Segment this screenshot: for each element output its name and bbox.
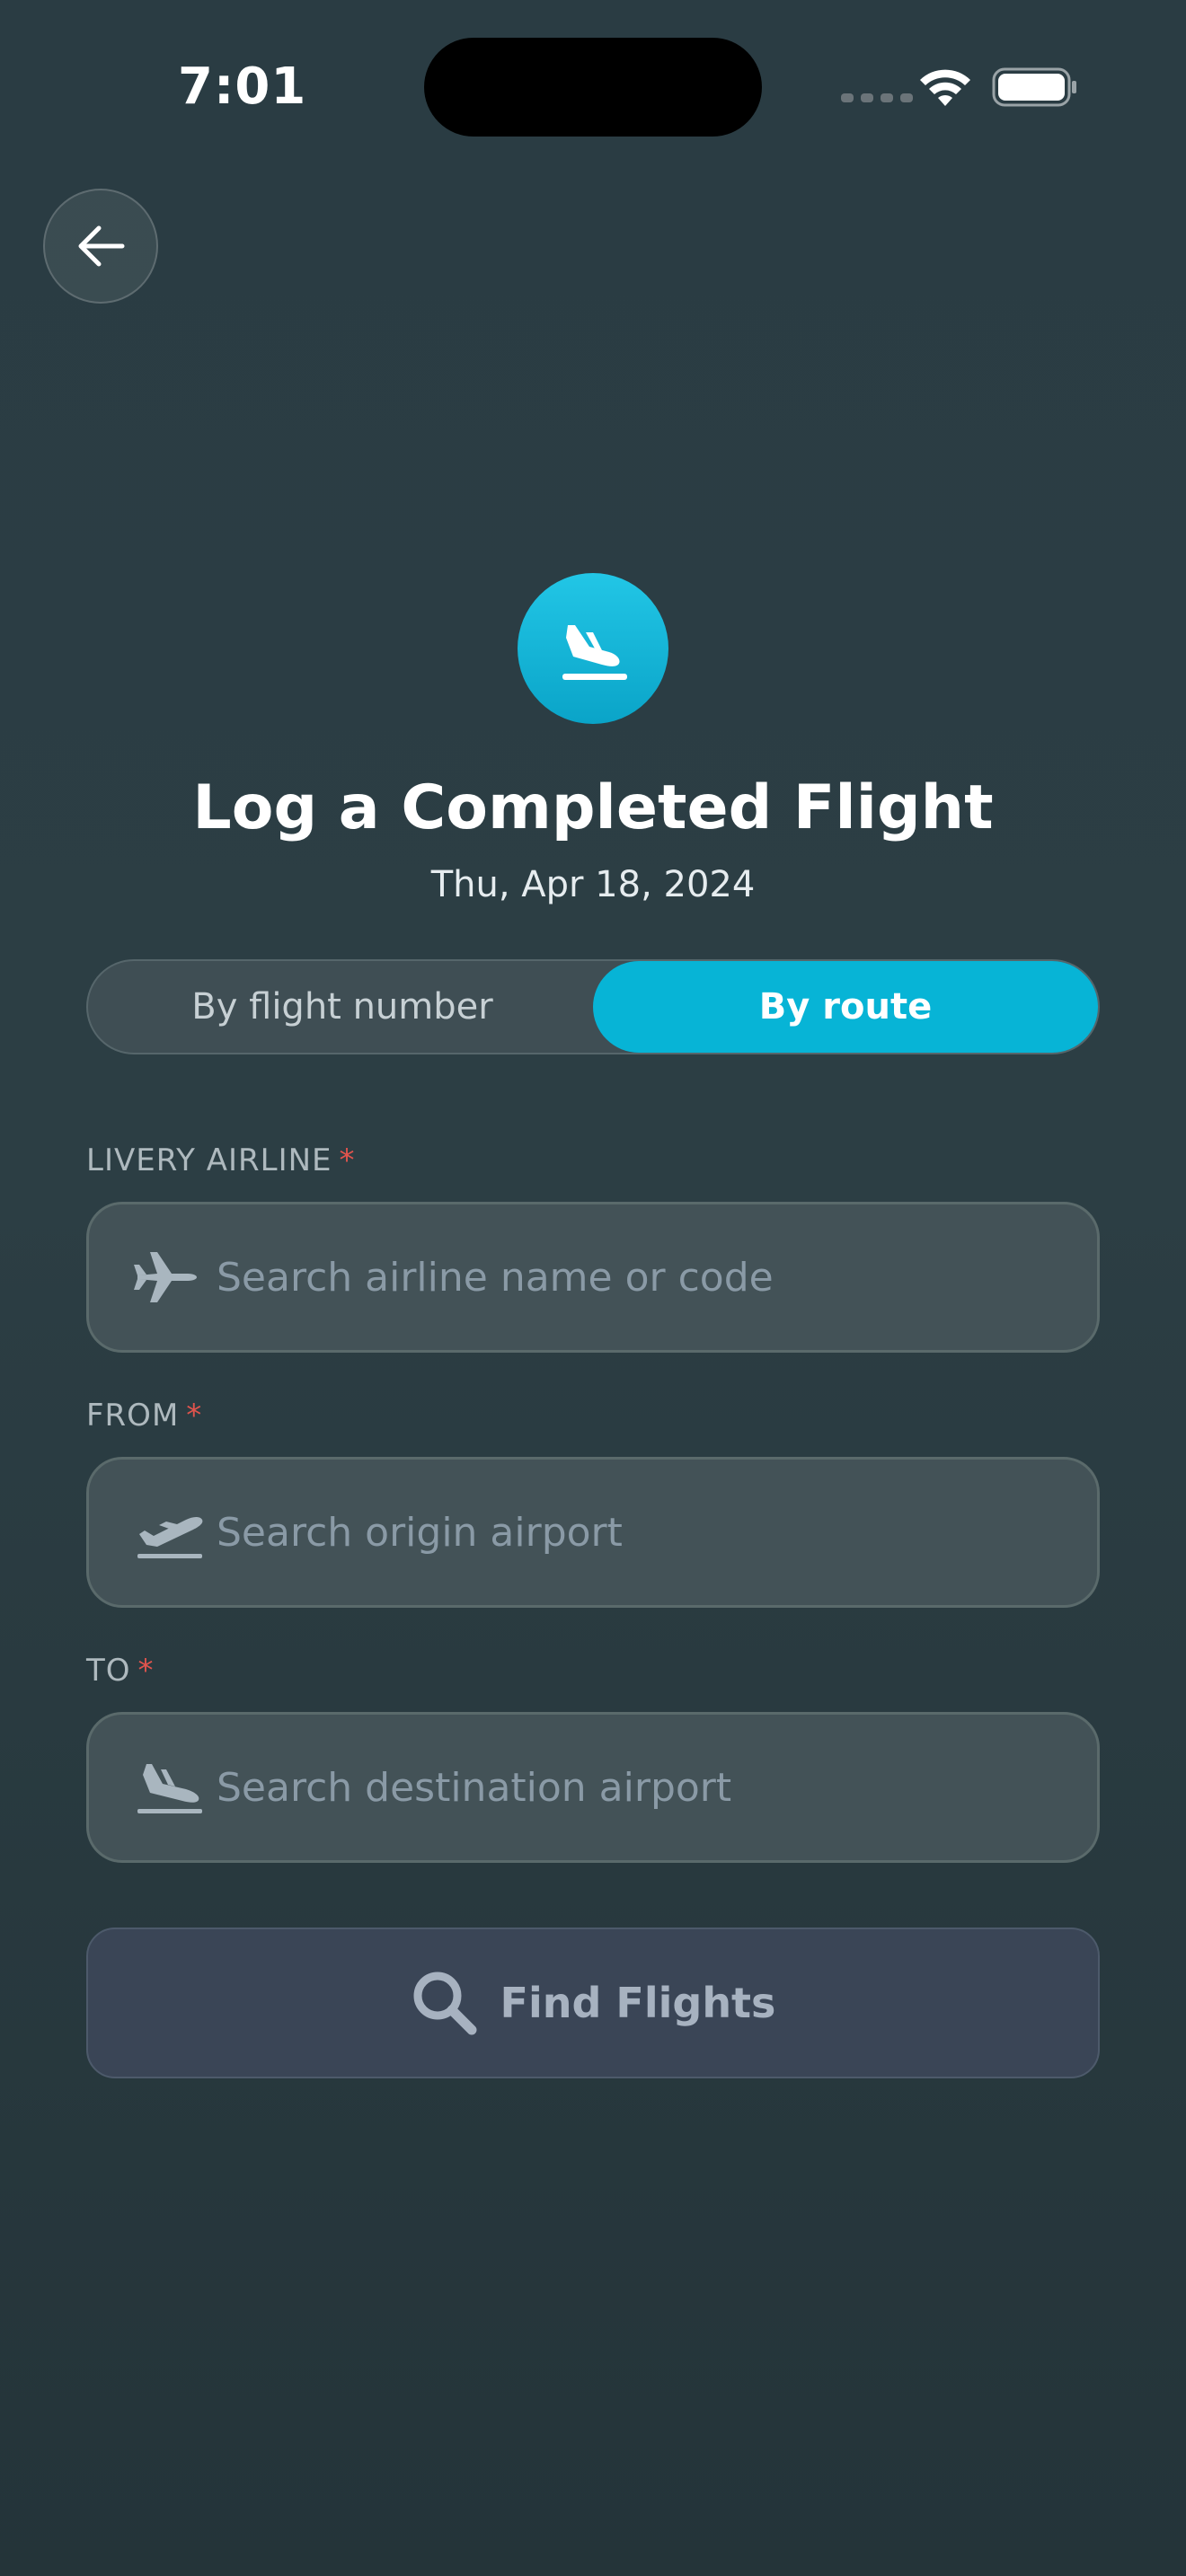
required-mark: * — [137, 1653, 155, 1689]
arrow-left-icon — [78, 225, 125, 267]
page-title: Log a Completed Flight — [192, 772, 994, 843]
to-label-text: TO — [86, 1653, 131, 1689]
wifi-icon — [920, 69, 970, 106]
back-button[interactable] — [43, 189, 158, 304]
flight-date: Thu, Apr 18, 2024 — [430, 864, 756, 905]
destination-field[interactable] — [86, 1712, 1100, 1863]
tab-by-route[interactable]: By route — [593, 961, 1098, 1053]
status-time: 7:01 — [178, 57, 307, 116]
cellular-signal-icon — [841, 93, 913, 102]
from-label: FROM * — [86, 1398, 202, 1434]
takeoff-icon — [134, 1504, 206, 1561]
from-label-text: FROM — [86, 1398, 180, 1434]
origin-input[interactable] — [215, 1508, 1027, 1557]
find-flights-button[interactable]: Find Flights — [86, 1928, 1100, 2078]
to-label: TO * — [86, 1653, 155, 1689]
find-flights-label: Find Flights — [500, 1979, 776, 2027]
mode-toggle: By flight number By route — [86, 959, 1100, 1054]
search-icon — [413, 1972, 477, 2035]
dynamic-island — [424, 38, 762, 137]
origin-field[interactable] — [86, 1457, 1100, 1608]
airline-input[interactable] — [215, 1253, 1027, 1301]
log-flight-screen: 7:01 Log a Completed Flight Thu, Apr 18,… — [0, 0, 1186, 2576]
tab-by-flight-number[interactable]: By flight number — [88, 961, 597, 1053]
landing-icon — [134, 1759, 206, 1816]
destination-input[interactable] — [215, 1763, 1027, 1812]
airline-label-text: LIVERY AIRLINE — [86, 1142, 332, 1178]
airline-field[interactable] — [86, 1202, 1100, 1353]
landing-hero-icon — [518, 573, 668, 724]
required-mark: * — [186, 1398, 203, 1434]
required-mark: * — [339, 1142, 356, 1178]
landing-icon — [562, 625, 627, 680]
airline-label: LIVERY AIRLINE * — [86, 1142, 356, 1178]
battery-icon — [992, 67, 1076, 107]
airplane-icon — [134, 1248, 206, 1306]
